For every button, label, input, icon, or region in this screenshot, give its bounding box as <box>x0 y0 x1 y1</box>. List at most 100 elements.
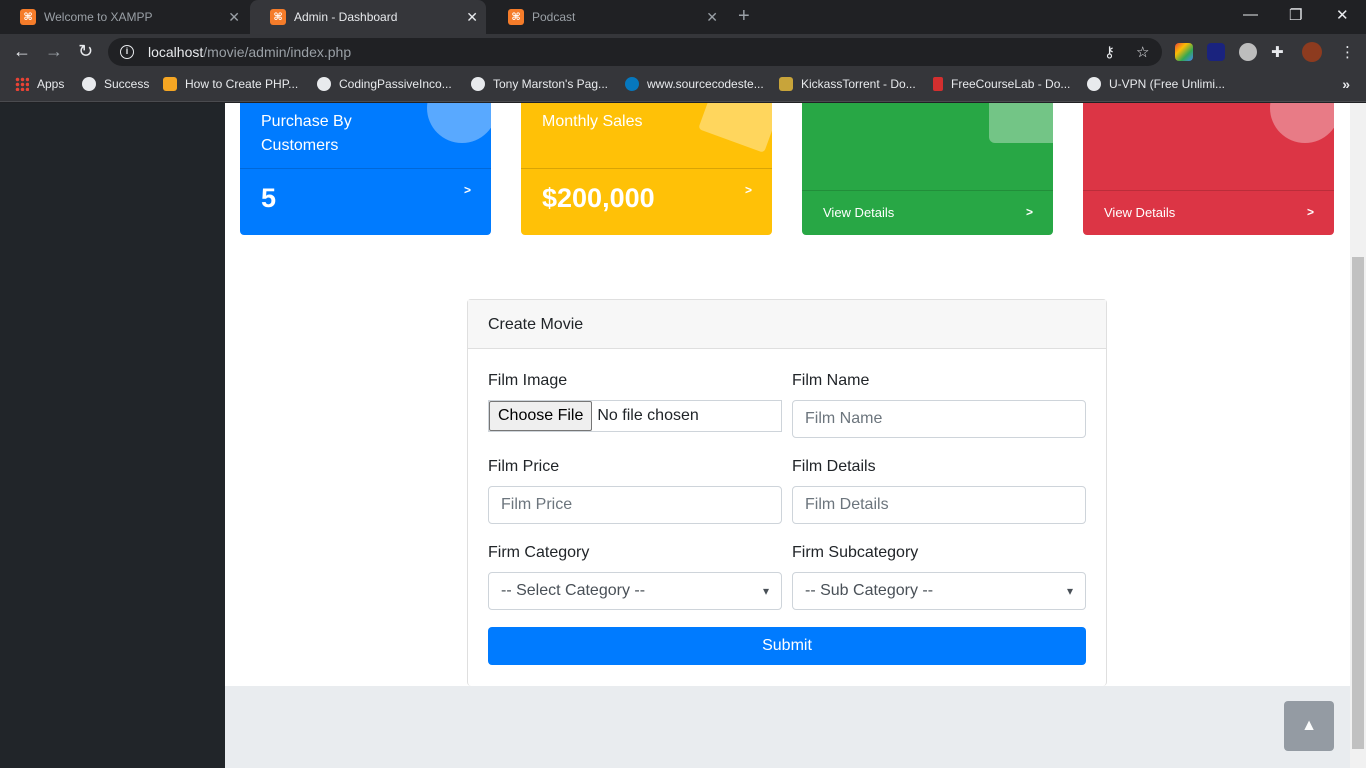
xampp-icon: ⌘ <box>270 9 286 25</box>
key-icon[interactable]: ⚷ <box>1104 43 1115 61</box>
browser-toolbar: ← → ↻ i localhost/movie/admin/index.php … <box>0 34 1366 70</box>
reload-icon[interactable]: ↻ <box>78 41 93 62</box>
page-scrollbar[interactable] <box>1350 103 1366 768</box>
film-name-group: Film Name Film Name <box>792 372 1086 438</box>
bookmark-sourcecodester[interactable]: www.sourcecodeste... <box>625 77 764 91</box>
bookmark-codingpassive[interactable]: CodingPassiveInco... <box>317 77 452 91</box>
xampp-icon: ⌘ <box>508 9 524 25</box>
scroll-to-top-button[interactable]: ▲ <box>1284 701 1334 751</box>
list-icon <box>698 103 772 153</box>
view-details-link[interactable]: View Details <box>823 205 894 220</box>
card-value: $200,000 <box>542 183 655 213</box>
view-details-link[interactable]: View Details <box>1104 205 1175 220</box>
admin-sidebar <box>0 103 225 768</box>
film-price-label: Film Price <box>488 458 560 475</box>
page-viewport: Purchase By Customers 5 > Monthly Sales $… <box>0 103 1366 768</box>
card-monthly-sales: Monthly Sales $200,000 > <box>521 103 772 235</box>
film-details-input[interactable]: Film Details <box>792 486 1086 524</box>
bookmark-freecourselab[interactable]: FreeCourseLab - Do... <box>933 77 1070 91</box>
chevron-down-icon: ▾ <box>1066 584 1073 598</box>
film-details-label: Film Details <box>792 458 876 475</box>
card-footer[interactable]: View Details > <box>802 190 1053 235</box>
address-bar[interactable]: i localhost/movie/admin/index.php ⚷ ☆ <box>108 38 1162 66</box>
globe-icon <box>317 77 331 91</box>
chevron-right-icon: > <box>1025 205 1033 219</box>
apps-grid-icon <box>15 77 29 91</box>
film-image-input[interactable]: Choose File No file chosen <box>488 400 782 432</box>
book-icon <box>933 77 943 91</box>
comments-icon <box>427 103 491 143</box>
main-content: Purchase By Customers 5 > Monthly Sales $… <box>225 103 1350 686</box>
film-price-input[interactable]: Film Price <box>488 486 782 524</box>
globe-icon <box>82 77 96 91</box>
card-footer[interactable]: View Details > <box>1083 190 1334 235</box>
bookmark-tony-marston[interactable]: Tony Marston's Pag... <box>471 77 608 91</box>
subcategory-group: Firm Subcategory -- Sub Category -- ▾ <box>792 544 1086 610</box>
star-icon[interactable]: ☆ <box>1136 43 1149 61</box>
life-ring-icon <box>1270 103 1334 143</box>
bookmark-success[interactable]: Success <box>82 77 149 91</box>
forward-icon[interactable]: → <box>45 41 63 62</box>
choose-file-button[interactable]: Choose File <box>489 401 593 431</box>
card-red: View Details > <box>1083 103 1334 235</box>
p-logo-icon <box>163 77 177 91</box>
subcategory-selected: -- Sub Category -- <box>805 582 934 599</box>
film-name-input[interactable]: Film Name <box>792 400 1086 438</box>
close-tab-icon[interactable]: ✕ <box>706 9 718 26</box>
restore-icon[interactable]: ❐ <box>1289 6 1302 24</box>
card-value: 5 <box>261 183 277 213</box>
card-purchase-by-customers: Purchase By Customers 5 > <box>240 103 491 235</box>
create-movie-form: Create Movie Film Image Choose File No f… <box>467 299 1107 686</box>
chevron-right-icon: > <box>463 183 471 197</box>
tab-title: Welcome to XAMPP <box>44 10 153 24</box>
site-info-icon[interactable]: i <box>120 45 134 59</box>
new-tab-icon[interactable]: + <box>738 5 750 28</box>
subcategory-select[interactable]: -- Sub Category -- ▾ <box>792 572 1086 610</box>
browser-tab-bar: ⌘ Welcome to XAMPP ✕ ⌘ Admin - Dashboard… <box>0 0 1366 34</box>
extension-color-icon[interactable] <box>1175 43 1193 61</box>
bookmark-apps[interactable]: Apps <box>15 77 64 91</box>
tab-admin-dashboard[interactable]: ⌘ Admin - Dashboard ✕ <box>250 0 486 34</box>
close-tab-icon[interactable]: ✕ <box>466 9 478 26</box>
film-name-label: Film Name <box>792 372 870 389</box>
category-group: Firm Category -- Select Category -- ▾ <box>488 544 782 610</box>
extension-compass-icon[interactable] <box>1239 43 1257 61</box>
page-footer <box>225 686 1350 768</box>
menu-dots-icon[interactable]: ⋮ <box>1340 43 1355 61</box>
tab-podcast[interactable]: ⌘ Podcast ✕ <box>488 0 726 34</box>
close-tab-icon[interactable]: ✕ <box>228 9 240 26</box>
back-icon[interactable]: ← <box>13 41 31 62</box>
film-image-label: Film Image <box>488 372 568 389</box>
avatar[interactable] <box>1302 42 1322 62</box>
bookmarks-more-icon[interactable]: » <box>1342 76 1350 92</box>
subcategory-label: Firm Subcategory <box>792 544 919 561</box>
close-window-icon[interactable]: ✕ <box>1336 6 1349 24</box>
card-green: View Details > <box>802 103 1053 235</box>
card-footer[interactable]: 5 > <box>240 168 491 235</box>
bookmark-kickass[interactable]: KickassTorrent - Do... <box>779 77 916 91</box>
card-title: Purchase By <box>261 113 352 130</box>
globe-icon <box>1087 77 1101 91</box>
tab-welcome-xampp[interactable]: ⌘ Welcome to XAMPP ✕ <box>0 0 248 34</box>
film-image-group: Film Image Choose File No file chosen <box>488 372 782 432</box>
minimize-icon[interactable]: — <box>1243 6 1258 23</box>
puzzle-extensions-icon[interactable]: ✚ <box>1271 43 1284 61</box>
category-label: Firm Category <box>488 544 590 561</box>
form-header: Create Movie <box>468 300 1106 349</box>
tab-title: Podcast <box>532 10 576 24</box>
film-details-group: Film Details Film Details <box>792 458 1086 524</box>
bookmark-php[interactable]: How to Create PHP... <box>163 77 298 91</box>
tab-title: Admin - Dashboard <box>294 10 398 24</box>
no-file-text: No file chosen <box>597 407 699 424</box>
extension-dark-icon[interactable] <box>1207 43 1225 61</box>
card-footer[interactable]: $200,000 > <box>521 168 772 235</box>
category-selected: -- Select Category -- <box>501 582 646 599</box>
globe-icon <box>471 77 485 91</box>
chevron-down-icon: ▾ <box>762 584 769 598</box>
url-text: localhost/movie/admin/index.php <box>148 44 352 60</box>
category-select[interactable]: -- Select Category -- ▾ <box>488 572 782 610</box>
scrollbar-thumb[interactable] <box>1352 257 1364 749</box>
submit-button[interactable]: Submit <box>488 627 1086 665</box>
drupal-icon <box>625 77 639 91</box>
bookmark-uvpn[interactable]: U-VPN (Free Unlimi... <box>1087 77 1225 91</box>
